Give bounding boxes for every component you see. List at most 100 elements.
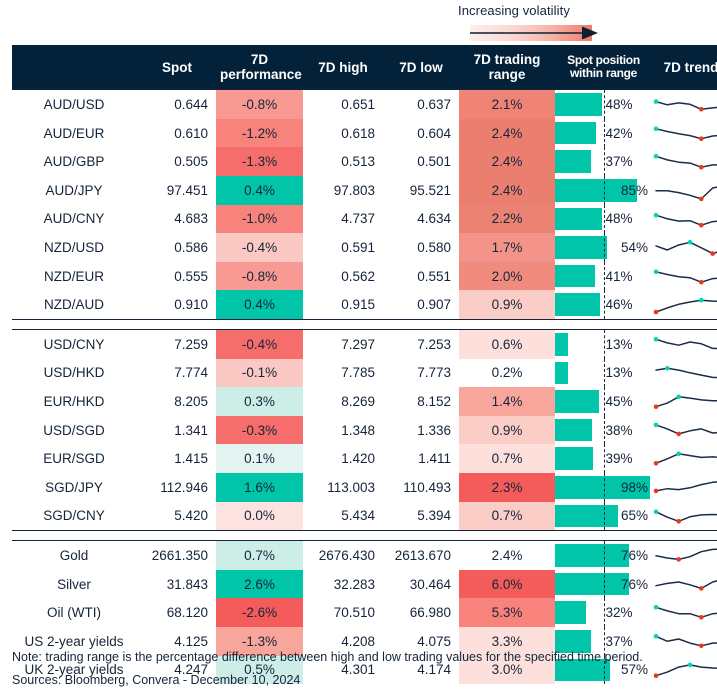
cell-performance: -0.4% xyxy=(216,329,303,359)
cell-low: 2613.670 xyxy=(394,547,451,563)
increasing-arrow-icon xyxy=(470,26,598,40)
cell-spot-position: 13% xyxy=(555,329,652,359)
cell-trend-sparkline xyxy=(652,119,717,148)
position-percent-label: 54% xyxy=(620,239,648,255)
cell-low: 0.580 xyxy=(417,239,451,255)
row-label: NZD/AUD xyxy=(44,297,104,313)
midpoint-reference-line xyxy=(603,261,605,291)
position-percent-label: 45% xyxy=(605,393,633,409)
cell-low: 30.464 xyxy=(409,576,451,592)
cell-spot: 7.774 xyxy=(174,365,208,381)
table-row: AUD/EUR 0.610 -1.2% 0.618 0.604 2.4% 42% xyxy=(12,118,717,148)
position-percent-label: 76% xyxy=(620,547,648,563)
row-label: SGD/CNY xyxy=(43,508,105,524)
table-row: Gold 2661.350 0.7% 2676.430 2613.670 2.4% 76% xyxy=(12,540,717,570)
midpoint-reference-line xyxy=(603,358,605,388)
position-bar xyxy=(555,93,602,116)
cell-trading-range: 1.4% xyxy=(459,387,555,416)
cell-high: 1.348 xyxy=(341,422,375,438)
cell-low: 7.773 xyxy=(417,365,451,381)
position-bar xyxy=(555,544,629,567)
row-label: AUD/GBP xyxy=(43,154,105,170)
row-label: AUD/USD xyxy=(12,89,138,119)
cell-performance: 2.6% xyxy=(216,569,303,599)
cell-low: 5.394 xyxy=(417,508,451,524)
table-row: Oil (WTI) 68.120 -2.6% 70.510 66.980 5.3% 32% xyxy=(12,598,717,627)
cell-trading-range: 6.0% xyxy=(459,569,555,599)
cell-trading-range: 0.2% xyxy=(459,358,555,388)
cell-trend-sparkline xyxy=(652,387,717,416)
cell-spot: 112.946 xyxy=(160,479,208,495)
midpoint-reference-line xyxy=(603,329,605,359)
cell-trend-sparkline xyxy=(652,290,717,319)
midpoint-reference-line xyxy=(603,541,605,570)
cell-spot-position: 32% xyxy=(555,598,652,627)
cell-low: 0.604 xyxy=(417,125,451,141)
cell-low: 66.980 xyxy=(409,605,451,621)
cell-performance: 0.3% xyxy=(216,387,303,416)
cell-high: 32.283 xyxy=(333,576,375,592)
cell-trend-sparkline xyxy=(652,262,717,291)
row-label: AUD/CNY xyxy=(43,211,105,227)
cell-performance: -0.3% xyxy=(216,415,303,445)
cell-trading-range: 5.3% xyxy=(459,598,555,627)
cell-performance: 1.6% xyxy=(216,472,303,502)
cell-spot: 2661.350 xyxy=(151,547,208,563)
cell-spot-position: 37% xyxy=(555,147,652,176)
position-percent-label: 41% xyxy=(605,268,633,284)
footnote-note: Note: trading range is the percentage di… xyxy=(12,650,643,664)
cell-trading-range: 2.4% xyxy=(459,540,555,570)
cell-performance: 0.1% xyxy=(216,444,303,473)
midpoint-reference-line xyxy=(603,415,605,445)
cell-spot-position: 98% xyxy=(555,472,652,502)
midpoint-reference-line xyxy=(603,176,605,205)
cell-trend-sparkline xyxy=(652,444,717,473)
position-percent-label: 39% xyxy=(605,451,633,467)
column-header-spot: Spot xyxy=(138,45,216,90)
cell-spot: 0.610 xyxy=(174,125,208,141)
volatility-legend-label: Increasing volatility xyxy=(458,3,570,18)
table-row: AUD/CNY 4.683 -1.0% 4.737 4.634 2.2% 48% xyxy=(12,204,717,234)
position-percent-label: 13% xyxy=(605,365,633,381)
cell-trading-range: 0.7% xyxy=(459,501,555,531)
table-row: Silver 31.843 2.6% 32.283 30.464 6.0% 76% xyxy=(12,569,717,599)
position-bar xyxy=(555,572,629,596)
position-percent-label: 32% xyxy=(605,605,633,621)
table-row: EUR/SGD 1.415 0.1% 1.420 1.411 0.7% 39% xyxy=(12,444,717,473)
column-header-position: Spot position within range xyxy=(555,45,652,90)
position-bar xyxy=(555,207,602,231)
cell-spot: 0.644 xyxy=(138,89,216,119)
row-label: NZD/EUR xyxy=(44,268,104,284)
cell-spot-position: 48% xyxy=(555,89,652,119)
cell-spot: 4.683 xyxy=(174,211,208,227)
midpoint-reference-line xyxy=(603,387,605,416)
cell-spot: 1.341 xyxy=(174,422,208,438)
position-bar xyxy=(555,447,593,470)
cell-high: 7.785 xyxy=(341,365,375,381)
cell-low: 0.637 xyxy=(383,89,459,119)
cell-performance: -1.2% xyxy=(216,118,303,148)
cell-spot: 0.910 xyxy=(174,297,208,313)
midpoint-reference-line xyxy=(603,501,605,531)
cell-performance: -0.8% xyxy=(216,261,303,291)
cell-trend-sparkline xyxy=(652,598,717,627)
table-row: USD/HKD 7.774 -0.1% 7.785 7.773 0.2% 13% xyxy=(12,358,717,388)
table-row: AUD/JPY 97.451 0.4% 97.803 95.521 2.4% 85% xyxy=(12,176,717,205)
cell-spot: 7.259 xyxy=(174,336,208,352)
cell-spot: 0.505 xyxy=(174,154,208,170)
row-label: USD/SGD xyxy=(43,422,105,438)
position-bar xyxy=(555,361,568,385)
cell-high: 5.434 xyxy=(341,508,375,524)
midpoint-reference-line xyxy=(603,444,605,473)
midpoint-reference-line xyxy=(603,90,605,119)
table-row: NZD/USD 0.586 -0.4% 0.591 0.580 1.7% 54% xyxy=(12,233,717,262)
table-row: USD/CNY 7.259 -0.4% 7.297 7.253 0.6% 13% xyxy=(12,329,717,359)
cell-low: 95.521 xyxy=(409,182,451,198)
cell-spot-position: 42% xyxy=(555,118,652,148)
row-label: AUD/JPY xyxy=(45,182,103,198)
column-header-range: 7D trading range xyxy=(459,45,555,90)
row-label: Oil (WTI) xyxy=(47,605,101,621)
market-data-table: Spot 7D performance 7D high 7D low 7D tr… xyxy=(12,45,717,685)
cell-spot-position: 76% xyxy=(555,541,652,570)
position-percent-label: 98% xyxy=(620,479,648,495)
